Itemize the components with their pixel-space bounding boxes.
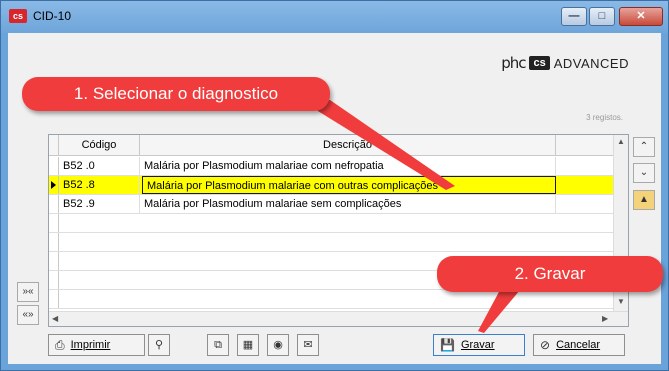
callout1-pointer — [300, 100, 455, 190]
callout-pointers — [300, 100, 520, 333]
callout2-pointer — [478, 290, 520, 333]
callout-step2: 2. Gravar — [437, 256, 663, 292]
callout-step1: 1. Selecionar o diagnostico — [22, 77, 330, 111]
